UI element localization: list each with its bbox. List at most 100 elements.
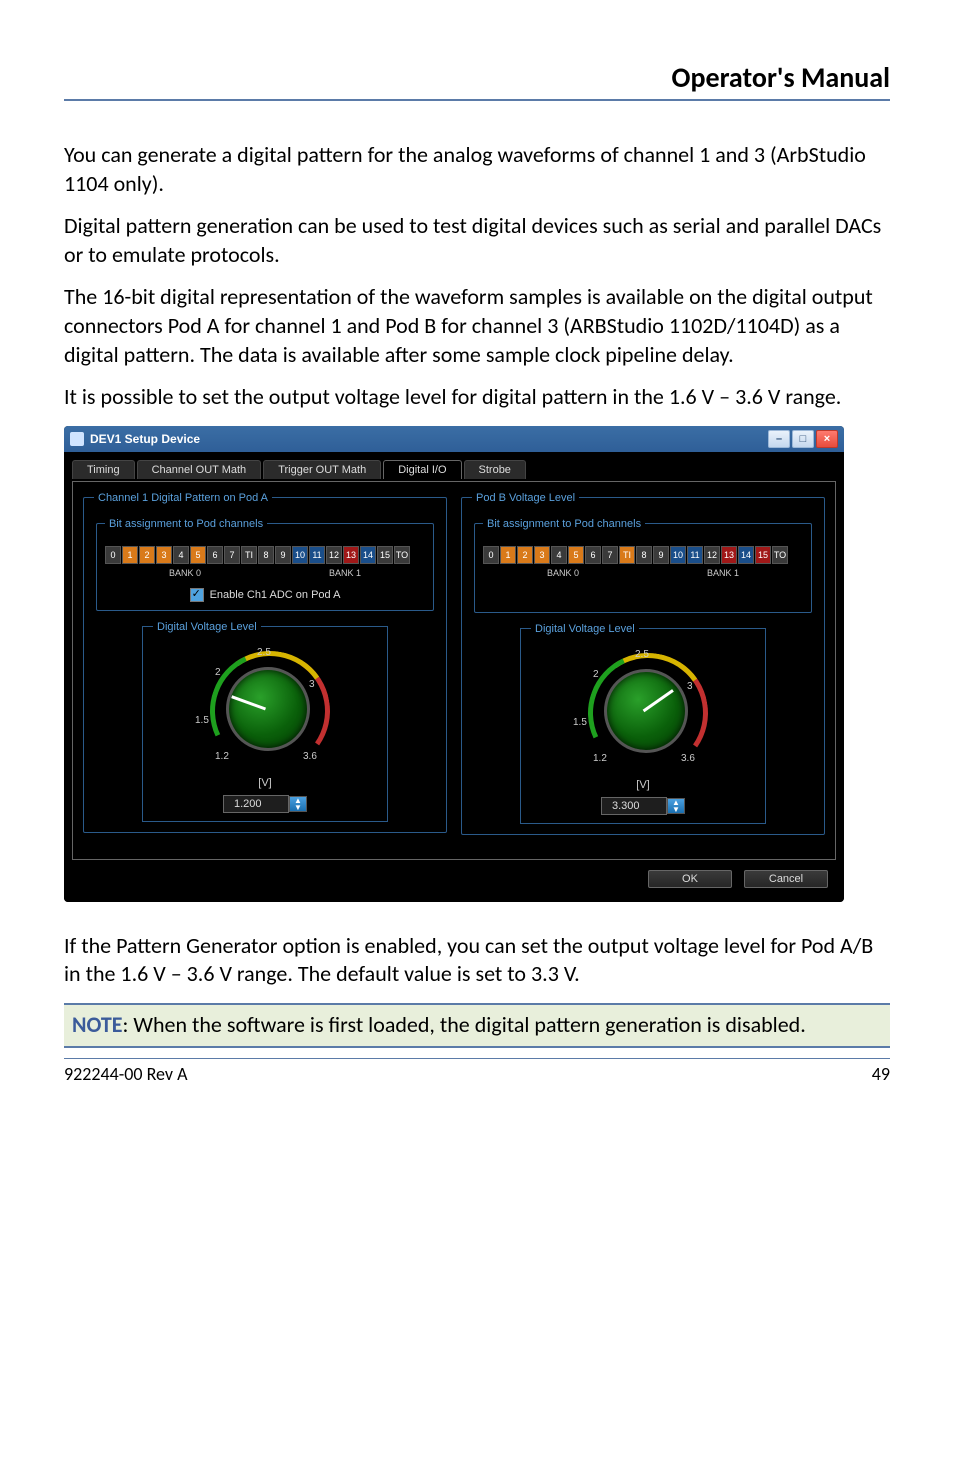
pod-a-bank1-label: BANK 1 (265, 568, 425, 578)
bit-cell[interactable]: 13 (721, 546, 737, 564)
bit-cell[interactable]: TO (394, 546, 410, 564)
tick-label: 2.5 (257, 647, 271, 658)
bit-cell[interactable]: 9 (653, 546, 669, 564)
pod-b-voltage-label: Digital Voltage Level (531, 623, 639, 635)
bit-cell[interactable]: 11 (309, 546, 325, 564)
bit-cell[interactable]: 4 (173, 546, 189, 564)
tab-strip: Timing Channel OUT Math Trigger OUT Math… (72, 460, 836, 479)
footer-rule (64, 1058, 890, 1059)
pod-b-voltage-stepper[interactable]: ▲▼ (667, 798, 685, 814)
header-rule (64, 99, 890, 101)
bit-cell[interactable]: 5 (190, 546, 206, 564)
tick-label: 3 (309, 679, 315, 690)
pod-b-unit-label: [V] (531, 779, 755, 791)
bit-cell[interactable]: 0 (483, 546, 499, 564)
paragraph-4: It is possible to set the output voltage… (64, 383, 890, 412)
pod-b-bank1-label: BANK 1 (643, 568, 803, 578)
page-header-title: Operator's Manual (64, 60, 890, 95)
paragraph-5: If the Pattern Generator option is enabl… (64, 932, 890, 989)
tick-label: 2 (215, 667, 221, 678)
bit-cell[interactable]: 14 (360, 546, 376, 564)
cancel-button[interactable]: Cancel (744, 870, 828, 888)
bit-cell[interactable]: 1 (122, 546, 138, 564)
paragraph-1: You can generate a digital pattern for t… (64, 141, 890, 198)
footer-page-number: 49 (872, 1063, 890, 1085)
bit-cell[interactable]: 3 (156, 546, 172, 564)
tick-label: 1.5 (573, 717, 587, 728)
pod-b-voltage-input[interactable]: 3.300 (601, 797, 667, 815)
app-icon (70, 432, 84, 446)
bit-cell[interactable]: 3 (534, 546, 550, 564)
bit-cell[interactable]: TI (619, 546, 635, 564)
bit-cell[interactable]: 4 (551, 546, 567, 564)
bit-cell[interactable]: 5 (568, 546, 584, 564)
bit-cell[interactable]: 15 (377, 546, 393, 564)
pod-a-voltage-group: Digital Voltage Level 1.2 1.5 2 (142, 621, 388, 822)
dialog-titlebar: DEV1 Setup Device – □ × (64, 426, 844, 452)
tick-label: 2 (593, 669, 599, 680)
bit-cell[interactable]: 6 (207, 546, 223, 564)
pod-a-voltage-input[interactable]: 1.200 (223, 795, 289, 813)
pod-a-voltage-stepper[interactable]: ▲▼ (289, 796, 307, 812)
bit-cell[interactable]: TI (241, 546, 257, 564)
pod-a-bank0-label: BANK 0 (105, 568, 265, 578)
bit-cell[interactable]: 12 (704, 546, 720, 564)
enable-ch1-adc-label: Enable Ch1 ADC on Pod A (210, 589, 341, 601)
pod-a-bit-label: Bit assignment to Pod channels (105, 518, 267, 530)
tick-label: 3.6 (303, 751, 317, 762)
bit-cell[interactable]: 10 (670, 546, 686, 564)
close-button[interactable]: × (816, 430, 838, 448)
bit-cell[interactable]: 2 (517, 546, 533, 564)
enable-ch1-adc-checkbox[interactable] (190, 588, 204, 602)
bit-cell[interactable]: 11 (687, 546, 703, 564)
pod-b-bit-assignment: Bit assignment to Pod channels 0 1 2 3 4… (474, 518, 812, 613)
pod-a-voltage-dial[interactable] (226, 667, 310, 751)
bit-cell[interactable]: 7 (224, 546, 240, 564)
tab-digital-io[interactable]: Digital I/O (383, 460, 461, 479)
bit-cell[interactable]: 14 (738, 546, 754, 564)
bit-cell[interactable]: 10 (292, 546, 308, 564)
bit-cell[interactable]: TO (772, 546, 788, 564)
ok-button[interactable]: OK (648, 870, 732, 888)
bit-cell[interactable]: 1 (500, 546, 516, 564)
tab-trigger-out-math[interactable]: Trigger OUT Math (263, 460, 381, 479)
pod-b-bit-label: Bit assignment to Pod channels (483, 518, 645, 530)
tab-strobe[interactable]: Strobe (464, 460, 526, 479)
bit-cell[interactable]: 13 (343, 546, 359, 564)
setup-device-dialog: DEV1 Setup Device – □ × Timing Channel O… (64, 426, 844, 902)
bit-cell[interactable]: 12 (326, 546, 342, 564)
pod-a-group: Channel 1 Digital Pattern on Pod A Bit a… (83, 492, 447, 833)
bit-cell[interactable]: 2 (139, 546, 155, 564)
bit-cell[interactable]: 9 (275, 546, 291, 564)
pod-b-bit-row: 0 1 2 3 4 5 6 7 TI 8 9 1 (483, 546, 803, 564)
note-text: : When the software is first loaded, the… (123, 1011, 806, 1038)
footer-left: 922244-00 Rev A (64, 1063, 188, 1085)
pod-b-bank0-label: BANK 0 (483, 568, 643, 578)
bit-cell[interactable]: 8 (258, 546, 274, 564)
tick-label: 2.5 (635, 649, 649, 660)
tick-label: 3.6 (681, 753, 695, 764)
pod-a-voltage-label: Digital Voltage Level (153, 621, 261, 633)
dialog-title: DEV1 Setup Device (90, 432, 200, 446)
maximize-button[interactable]: □ (792, 430, 814, 448)
tick-label: 1.2 (593, 753, 607, 764)
bit-cell[interactable]: 0 (105, 546, 121, 564)
bit-cell[interactable]: 7 (602, 546, 618, 564)
minimize-button[interactable]: – (768, 430, 790, 448)
pod-a-bit-assignment: Bit assignment to Pod channels 0 1 2 3 4… (96, 518, 434, 611)
pod-a-group-label: Channel 1 Digital Pattern on Pod A (94, 492, 272, 504)
digital-io-panel: Channel 1 Digital Pattern on Pod A Bit a… (72, 481, 836, 860)
pod-b-group: Pod B Voltage Level Bit assignment to Po… (461, 492, 825, 835)
tab-timing[interactable]: Timing (72, 460, 135, 479)
note-label: NOTE (72, 1011, 123, 1038)
paragraph-2: Digital pattern generation can be used t… (64, 212, 890, 269)
tick-label: 1.5 (195, 715, 209, 726)
pod-a-bit-row: 0 1 2 3 4 5 6 7 TI 8 9 1 (105, 546, 425, 564)
tab-channel-out-math[interactable]: Channel OUT Math (137, 460, 262, 479)
bit-cell[interactable]: 15 (755, 546, 771, 564)
note-box: NOTE: When the software is first loaded,… (64, 1003, 890, 1048)
bit-cell[interactable]: 6 (585, 546, 601, 564)
bit-cell[interactable]: 8 (636, 546, 652, 564)
tick-label: 1.2 (215, 751, 229, 762)
pod-b-group-label: Pod B Voltage Level (472, 492, 579, 504)
